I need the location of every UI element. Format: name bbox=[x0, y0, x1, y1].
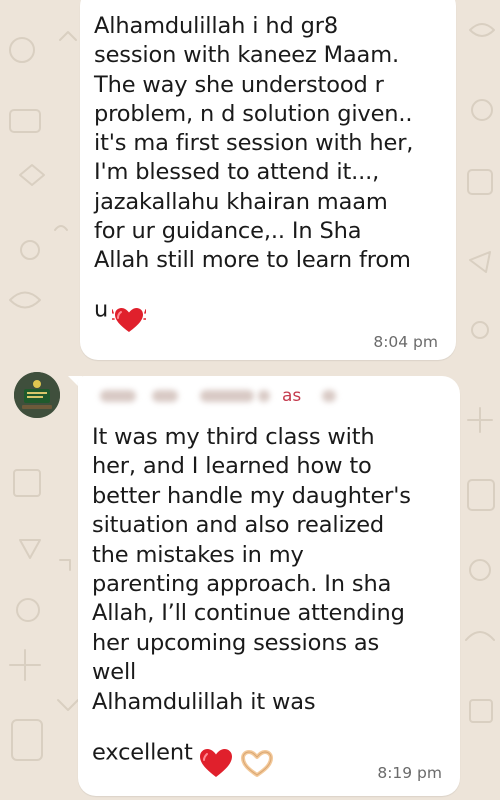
message-text: Alhamdulillah i hd gr8 session with kane… bbox=[94, 12, 444, 343]
message-text: It was my third class with her, and I le… bbox=[92, 423, 442, 789]
avatar[interactable] bbox=[14, 372, 60, 418]
heart-hands-icon bbox=[239, 719, 275, 787]
sender-name-visible: as bbox=[282, 386, 302, 406]
red-heart-icon bbox=[197, 717, 235, 789]
redacted-name-part bbox=[200, 390, 254, 402]
redacted-name-part bbox=[258, 390, 270, 402]
redacted-name-part bbox=[152, 390, 178, 402]
message-bubble[interactable]: Alhamdulillah i hd gr8 session with kane… bbox=[80, 0, 456, 360]
sparkling-heart-icon bbox=[111, 276, 147, 344]
redacted-name-part bbox=[322, 390, 336, 402]
message-timestamp: 8:19 pm bbox=[377, 764, 442, 782]
message-timestamp: 8:04 pm bbox=[373, 333, 438, 351]
sender-name[interactable]: as bbox=[92, 382, 352, 410]
redacted-name-part bbox=[100, 390, 136, 402]
message-bubble[interactable]: as It was my third class with her, and I… bbox=[78, 376, 460, 796]
